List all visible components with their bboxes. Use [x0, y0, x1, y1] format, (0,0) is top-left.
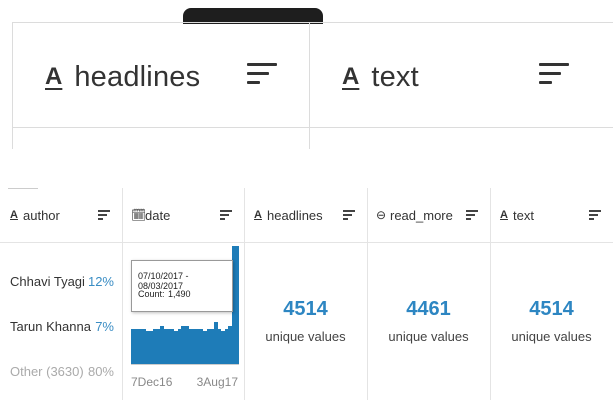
histogram-baseline [131, 364, 239, 365]
sort-icon[interactable] [247, 63, 277, 89]
divider [12, 127, 613, 128]
sort-icon[interactable] [466, 210, 478, 221]
sort-icon[interactable] [539, 63, 569, 89]
author-name: Tarun Khanna [10, 319, 91, 334]
histogram-bar[interactable] [235, 246, 240, 364]
zoomed-header-strip: A headlines A text [12, 22, 613, 149]
zoom-column-headlines[interactable]: A headlines [12, 23, 310, 149]
column-title: read_more [390, 207, 453, 223]
tooltip-count-label: Count: [138, 289, 165, 299]
axis-end-label: 3Aug17 [196, 375, 238, 389]
column-header-text[interactable]: A text [490, 188, 613, 243]
column-date: 🗓 date 07/10/2017 - 08/03/2017 Count: 1,… [122, 188, 245, 400]
column-title: text [513, 207, 534, 223]
text-type-icon: A [10, 209, 18, 221]
column-header-read-more[interactable]: ⊖ read_more [367, 188, 490, 243]
unique-count-value: 4514 [529, 298, 574, 320]
author-percent: 7% [95, 319, 114, 334]
column-title: author [23, 207, 60, 223]
unique-count: 4514 unique values [244, 298, 367, 344]
column-header-headlines[interactable]: A headlines [244, 188, 367, 243]
column-header-author[interactable]: A author [0, 188, 122, 243]
text-type-icon: A [342, 63, 360, 90]
list-item[interactable]: Other (3630) 80% [10, 364, 114, 379]
data-summary-table: A author Chhavi Tyagi 12% Tarun Khanna 7… [0, 188, 613, 400]
unique-count-label: unique values [388, 329, 469, 344]
unique-count: 4461 unique values [367, 298, 490, 344]
author-percent: 12% [87, 274, 114, 289]
column-author: A author Chhavi Tyagi 12% Tarun Khanna 7… [0, 188, 123, 400]
tooltip-count-value: 1,490 [168, 289, 191, 299]
column-title: headlines [267, 207, 323, 223]
calendar-icon: 🗓 [131, 208, 147, 222]
column-title: headlines [74, 60, 201, 93]
column-read-more: ⊖ read_more 4461 unique values [367, 188, 491, 400]
axis-start-label: 7Dec16 [131, 375, 173, 389]
unique-count-label: unique values [265, 329, 346, 344]
column-title: text [371, 60, 419, 93]
author-name: Other (3630) [10, 364, 84, 379]
sort-icon[interactable] [589, 210, 601, 221]
unique-count-value: 4461 [406, 298, 451, 320]
tooltip-range: 07/10/2017 - 08/03/2017 [138, 271, 189, 291]
unique-count-value: 4514 [283, 298, 328, 320]
author-percent: 80% [87, 364, 114, 379]
link-icon: ⊖ [376, 208, 387, 222]
sort-icon[interactable] [343, 210, 355, 221]
unique-count-label: unique values [511, 329, 592, 344]
sort-icon[interactable] [220, 210, 232, 221]
text-type-icon: A [500, 209, 508, 221]
text-type-icon: A [45, 63, 63, 90]
text-type-icon: A [254, 209, 262, 221]
author-name: Chhavi Tyagi [10, 274, 85, 289]
list-item[interactable]: Chhavi Tyagi 12% [10, 274, 114, 289]
column-headlines: A headlines 4514 unique values [244, 188, 368, 400]
column-text: A text 4514 unique values [490, 188, 613, 400]
unique-count: 4514 unique values [490, 298, 613, 344]
column-header-date[interactable]: 🗓 date [122, 188, 244, 243]
histogram-tooltip: 07/10/2017 - 08/03/2017 Count: 1,490 [131, 260, 233, 312]
column-title: date [145, 207, 171, 223]
sort-icon[interactable] [98, 210, 110, 221]
list-item[interactable]: Tarun Khanna 7% [10, 319, 114, 334]
zoom-column-text[interactable]: A text [309, 23, 613, 149]
